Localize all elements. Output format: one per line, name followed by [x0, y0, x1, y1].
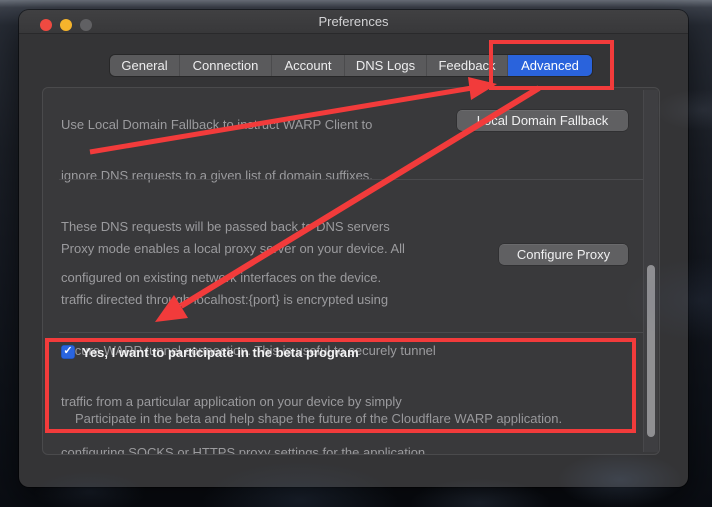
tab-general[interactable]: General	[110, 55, 180, 76]
titlebar[interactable]: Preferences	[19, 10, 688, 34]
checkmark-icon: ✓	[61, 344, 75, 358]
tab-feedback[interactable]: Feedback	[427, 55, 508, 76]
configure-proxy-button[interactable]: Configure Proxy	[499, 244, 628, 265]
tab-connection[interactable]: Connection	[180, 55, 272, 76]
beta-program-checkbox[interactable]: ✓	[61, 345, 75, 359]
text-line: traffic directed through localhost:{port…	[61, 291, 436, 308]
tab-account[interactable]: Account	[272, 55, 345, 76]
text-line: Participate in the beta and help shape t…	[75, 410, 566, 427]
beta-program-checkbox-label: Yes, I want to participate in the beta p…	[82, 344, 359, 361]
text-line: Use Local Domain Fallback to instruct WA…	[61, 116, 390, 133]
scrollbar-track[interactable]	[643, 90, 658, 452]
tab-advanced[interactable]: Advanced	[508, 55, 592, 76]
text-line: Proxy mode enables a local proxy server …	[61, 240, 436, 257]
preferences-window: Preferences General Connection Account D…	[19, 10, 688, 487]
tab-bar: General Connection Account DNS Logs Feed…	[110, 55, 592, 76]
advanced-settings-panel: Use Local Domain Fallback to instruct WA…	[42, 87, 660, 455]
section-divider	[59, 179, 646, 180]
local-domain-fallback-button[interactable]: Local Domain Fallback	[457, 110, 628, 131]
desktop: Preferences General Connection Account D…	[0, 0, 712, 507]
tab-dns-logs[interactable]: DNS Logs	[345, 55, 427, 76]
window-title: Preferences	[19, 10, 688, 33]
text-line: ignore DNS requests to a given list of d…	[61, 167, 390, 184]
section-divider	[59, 332, 646, 333]
beta-program-description: Participate in the beta and help shape t…	[75, 376, 566, 455]
scrollbar-thumb[interactable]	[647, 265, 655, 437]
